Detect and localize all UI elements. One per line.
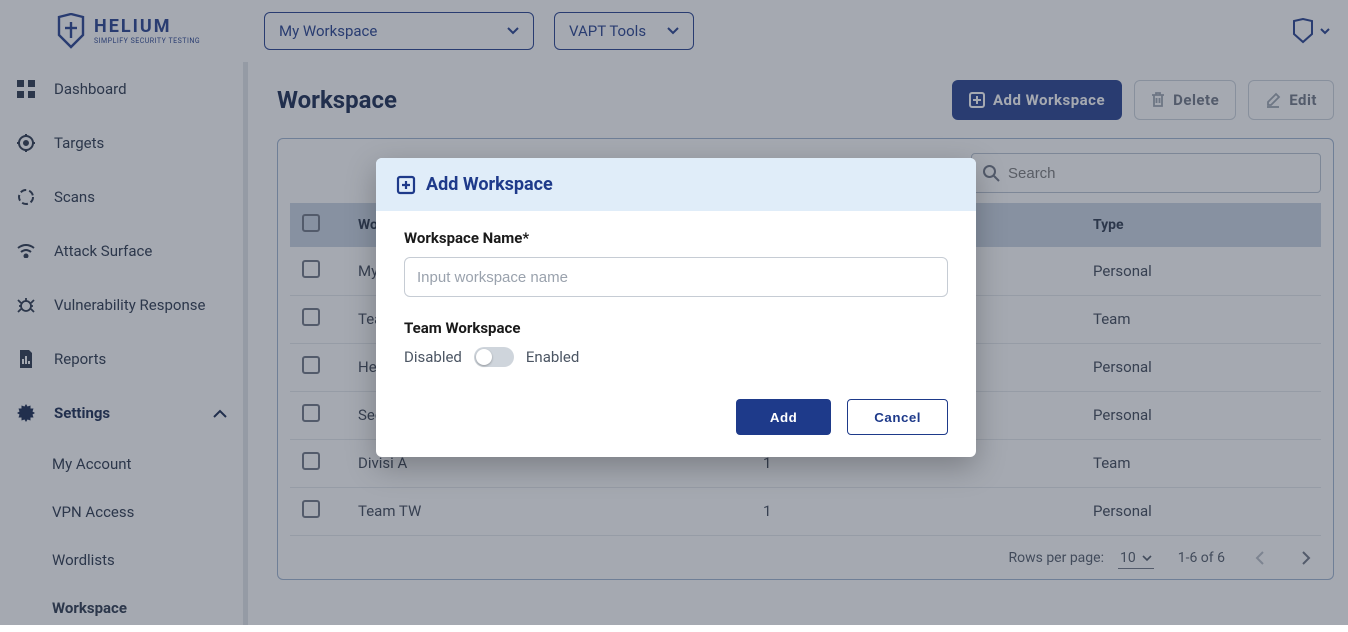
workspace-name-label: Workspace Name* bbox=[404, 229, 948, 247]
toggle-off-label: Disabled bbox=[404, 348, 462, 366]
team-workspace-toggle[interactable] bbox=[474, 347, 514, 367]
modal-title: Add Workspace bbox=[426, 174, 553, 195]
add-workspace-modal: Add Workspace Workspace Name* Team Works… bbox=[376, 158, 976, 457]
plus-box-icon bbox=[396, 175, 416, 195]
team-workspace-label: Team Workspace bbox=[404, 319, 948, 337]
modal-cancel-button[interactable]: Cancel bbox=[847, 399, 948, 435]
modal-add-button[interactable]: Add bbox=[736, 399, 831, 435]
toggle-on-label: Enabled bbox=[526, 348, 579, 366]
workspace-name-input[interactable] bbox=[404, 257, 948, 297]
